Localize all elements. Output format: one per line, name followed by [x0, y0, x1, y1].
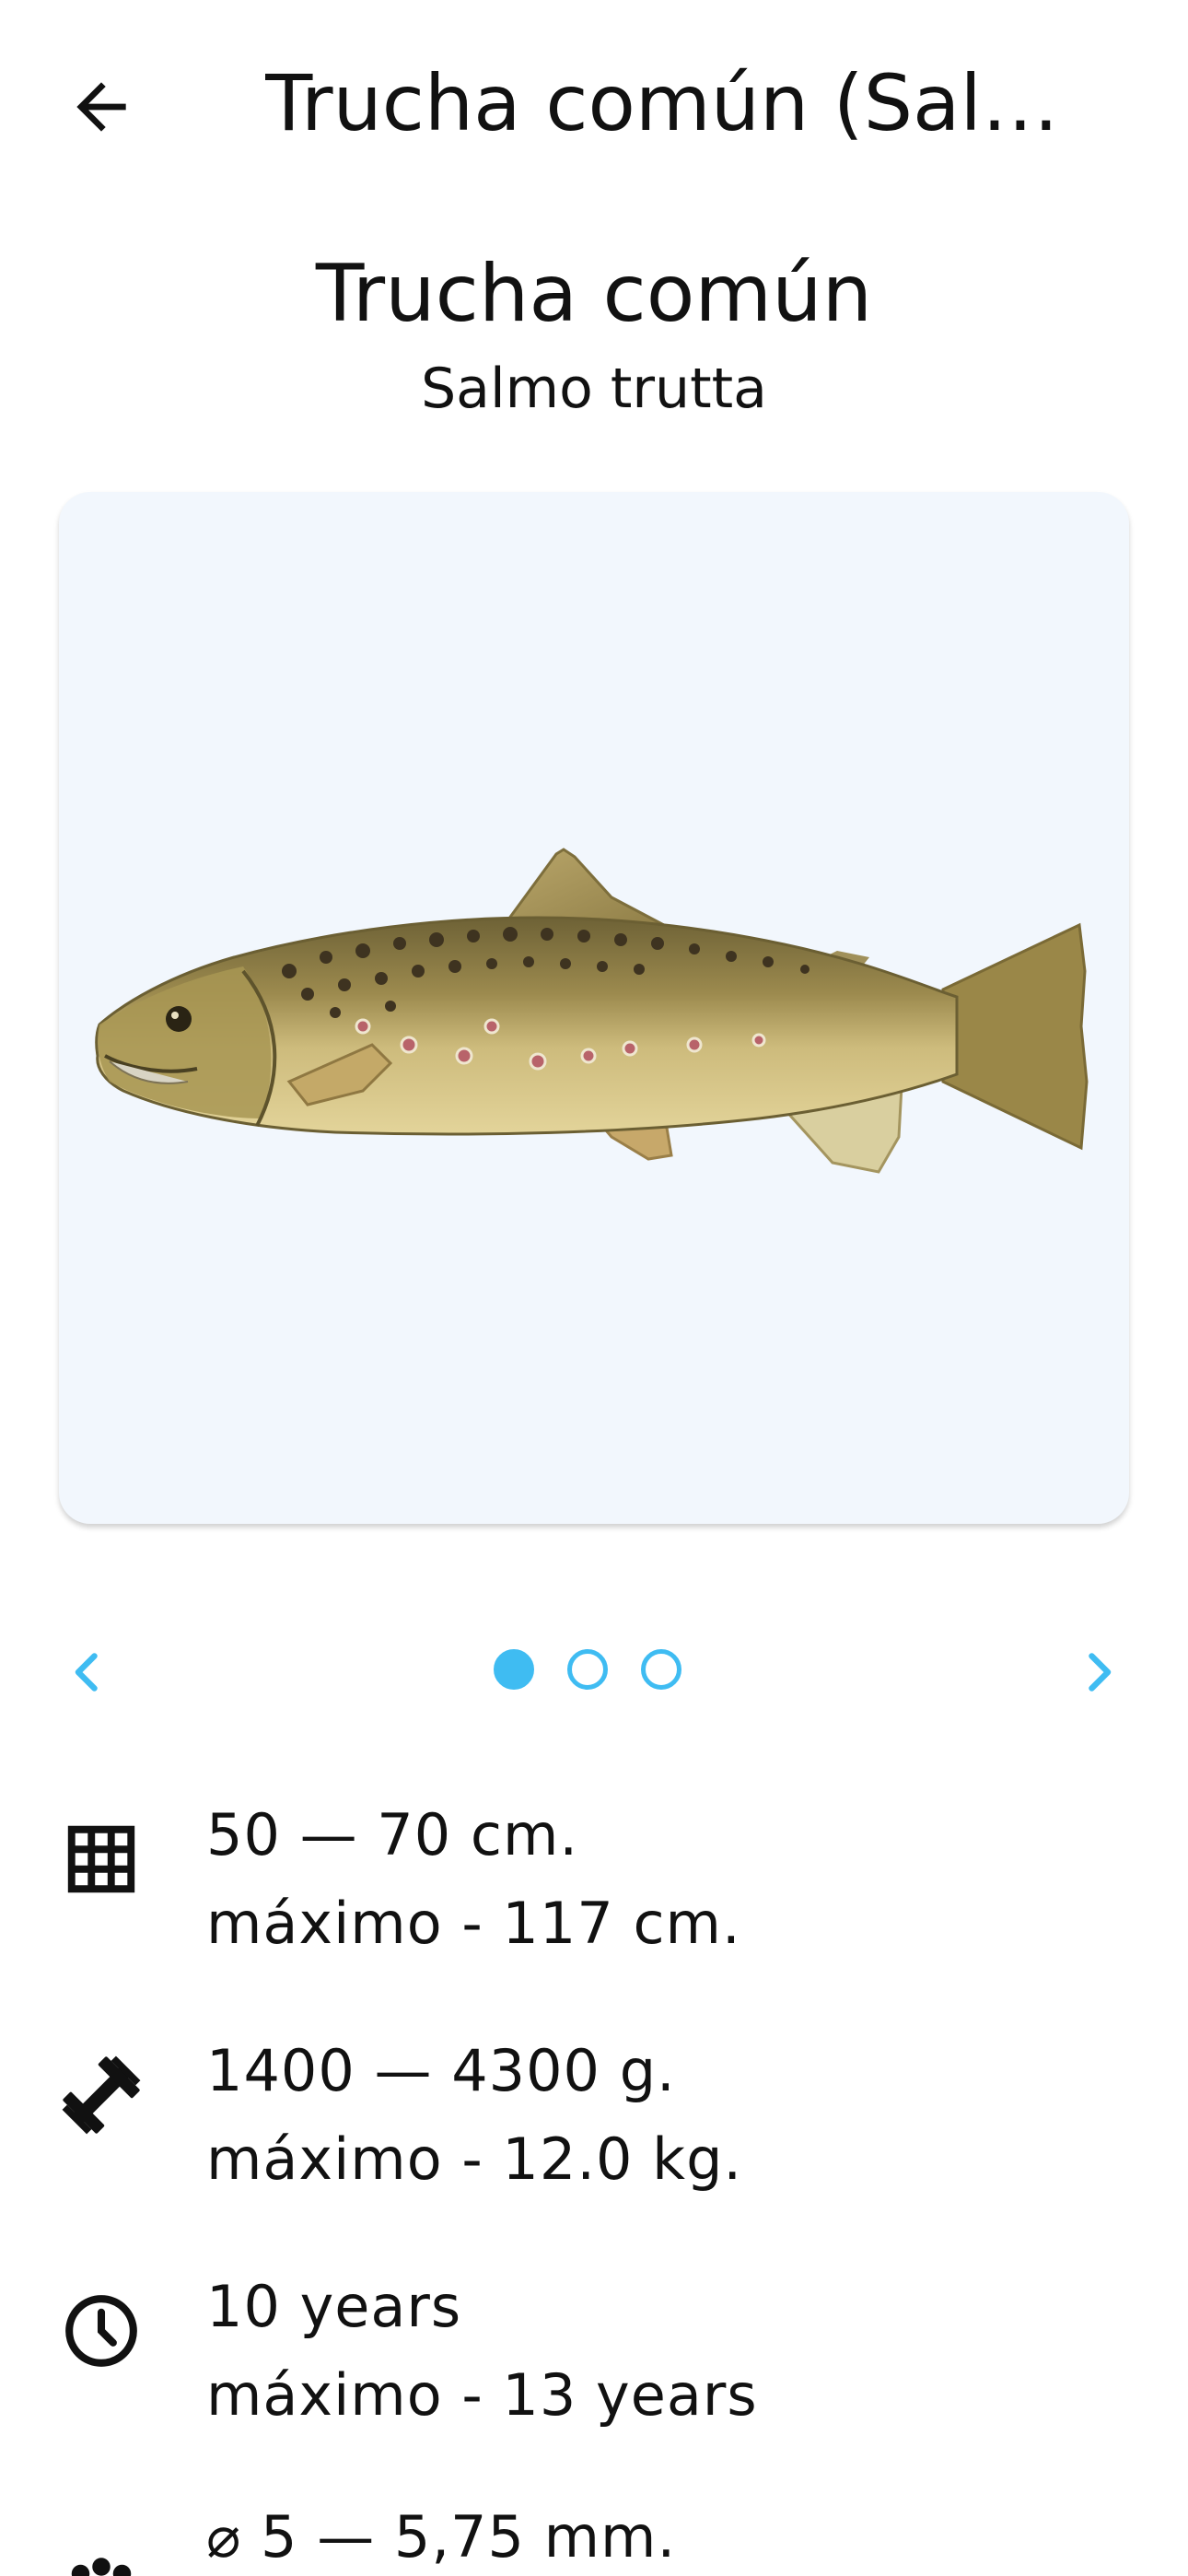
arrow-left-icon — [76, 82, 126, 132]
page-title: Trucha común (Salm… — [265, 58, 1131, 148]
length-max: máximo - 117 cm. — [206, 1890, 741, 1957]
lifespan-max: máximo - 13 years — [206, 2361, 758, 2429]
carousel-prev-button[interactable] — [46, 1631, 129, 1714]
latin-name: Salmo trutta — [421, 357, 767, 421]
carousel-dot-2[interactable] — [567, 1649, 608, 1690]
chevron-right-icon — [1089, 1653, 1112, 1692]
weight-range: 1400 — 4300 g. — [206, 2037, 676, 2104]
carousel-dot-3[interactable] — [641, 1649, 681, 1690]
dumbbell-icon — [57, 2051, 146, 2139]
clock-icon — [57, 2287, 146, 2375]
fish-image-card[interactable] — [59, 492, 1129, 1524]
back-button[interactable] — [46, 52, 157, 162]
lifespan-range: 10 years — [206, 2273, 462, 2340]
carousel-dot-1[interactable] — [494, 1649, 534, 1690]
chevron-left-icon — [75, 1653, 98, 1692]
dots-icon — [57, 2550, 146, 2576]
carousel-next-button[interactable] — [1057, 1631, 1140, 1714]
fish-illustration — [95, 848, 1089, 1174]
app-bar: Trucha común (Salm… — [0, 0, 1188, 203]
grid-icon — [57, 1815, 146, 1903]
stat-eggs: ⌀ 5 — 5,75 mm. — [0, 2495, 1188, 2576]
carousel-indicator — [494, 1649, 696, 1697]
weight-max: máximo - 12.0 kg. — [206, 2125, 743, 2193]
eggs-range: ⌀ 5 — 5,75 mm. — [206, 2503, 677, 2570]
length-range: 50 — 70 cm. — [206, 1801, 579, 1868]
common-name: Trucha común — [315, 248, 873, 340]
